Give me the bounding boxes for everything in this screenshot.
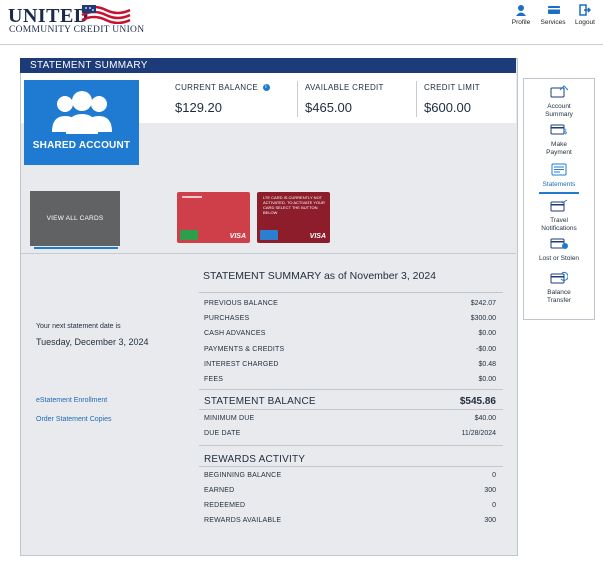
visa-logo: VISA	[229, 233, 246, 240]
credit-card-1[interactable]: VISA	[177, 192, 250, 243]
card-activation-notice: LTE CARD IS CURRENTLY NOT ACTIVATED. TO …	[263, 195, 325, 215]
summary-row-label: CASH ADVANCES	[204, 330, 266, 337]
rewards-row-label: REWARDS AVAILABLE	[204, 517, 282, 524]
rewards-row-value: 300	[484, 517, 496, 524]
services-label: Services	[540, 19, 566, 26]
logo-subtitle: COMMUNITY CREDIT UNION	[9, 25, 145, 35]
available-credit-value: $465.00	[305, 100, 352, 115]
card-icon	[547, 4, 560, 16]
side-navigation: Account Summary $ Make Payment Statement…	[523, 78, 595, 320]
summary-row-label: INTEREST CHARGED	[204, 361, 279, 368]
order-statement-copies-link[interactable]: Order Statement Copies	[36, 416, 111, 423]
rewards-row-label: EARNED	[204, 487, 235, 494]
due-row-label: DUE DATE	[204, 430, 241, 437]
logout-button[interactable]: Logout	[568, 4, 602, 26]
due-row-label: MINIMUM DUE	[204, 415, 255, 422]
summary-row-label: FEES	[204, 376, 224, 383]
credit-limit-value: $600.00	[424, 100, 471, 115]
current-balance-label-text: CURRENT BALANCE	[175, 83, 259, 92]
card-dollar-icon: $	[550, 124, 567, 136]
statement-icon	[551, 163, 567, 176]
nav-statements[interactable]: Statements	[524, 163, 594, 194]
current-balance-value: $129.20	[175, 100, 222, 115]
rewards-row-label: BEGINNING BALANCE	[204, 472, 282, 479]
statement-balance-value: $545.86	[459, 396, 496, 407]
user-icon	[515, 4, 527, 16]
shared-account-tile[interactable]: SHARED ACCOUNT	[24, 80, 139, 165]
card-logo-mark	[182, 196, 202, 198]
flag-logo-icon	[81, 5, 131, 24]
credit-limit-label: CREDIT LIMIT	[424, 83, 480, 92]
nav-label: Payment	[546, 149, 572, 156]
divider	[297, 81, 298, 117]
row-divider	[199, 466, 503, 467]
summary-row-label: PREVIOUS BALANCE	[204, 300, 278, 307]
activate-card-button[interactable]	[260, 230, 278, 240]
active-underline	[539, 192, 579, 194]
nav-travel-notifications[interactable]: Travel Notifications	[524, 199, 594, 233]
credit-card-2[interactable]: LTE CARD IS CURRENTLY NOT ACTIVATED. TO …	[257, 192, 330, 243]
nav-lost-or-stolen[interactable]: Lost or Stolen	[524, 237, 594, 263]
estatement-enrollment-link[interactable]: eStatement Enrollment	[36, 397, 107, 404]
summary-row-value: $0.00	[478, 330, 496, 337]
visa-logo: VISA	[309, 233, 326, 240]
profile-button[interactable]: Profile	[504, 4, 538, 26]
summary-row-value: -$0.00	[476, 346, 496, 353]
rewards-row-value: 0	[492, 472, 496, 479]
summary-row-value: $242.07	[470, 300, 496, 307]
summary-row-label: PURCHASES	[204, 315, 250, 322]
nav-label: Balance	[547, 289, 571, 296]
panel-title: STATEMENT SUMMARY	[20, 58, 516, 73]
profile-label: Profile	[511, 19, 531, 26]
nav-account-summary[interactable]: Account Summary	[524, 85, 594, 119]
summary-row-label: PAYMENTS & CREDITS	[204, 346, 285, 353]
nav-label: Make	[551, 141, 567, 148]
row-divider	[199, 445, 503, 446]
travel-card-icon	[550, 199, 568, 212]
selected-indicator	[34, 247, 118, 249]
nav-label: Notifications	[541, 225, 577, 232]
row-divider	[199, 409, 503, 410]
logout-icon	[579, 4, 592, 16]
summary-title: STATEMENT SUMMARY as of November 3, 2024	[203, 270, 437, 282]
section-divider	[21, 253, 516, 254]
rewards-row-value: 0	[492, 502, 496, 509]
logout-label: Logout	[575, 19, 595, 26]
nav-label: Travel	[550, 217, 568, 224]
row-divider	[199, 389, 503, 390]
rewards-row-label: REDEEMED	[204, 502, 246, 509]
next-statement-date: Tuesday, December 3, 2024	[36, 337, 149, 347]
card-transfer-icon	[550, 271, 569, 284]
due-row-value: $40.00	[474, 415, 496, 422]
summary-row-value: $0.00	[478, 376, 496, 383]
services-button[interactable]: Services	[536, 4, 570, 26]
statement-balance-label: STATEMENT BALANCE	[204, 396, 316, 407]
current-balance-label: CURRENT BALANCE i	[175, 83, 270, 92]
svg-text:$: $	[563, 128, 567, 136]
shared-account-label: SHARED ACCOUNT	[32, 140, 131, 151]
card-alert-icon	[550, 238, 568, 249]
card-lock-icon	[180, 230, 198, 240]
divider	[416, 81, 417, 117]
house-card-icon	[550, 85, 569, 98]
rewards-title: REWARDS ACTIVITY	[204, 454, 306, 465]
nav-label: Summary	[545, 111, 573, 118]
header-bar: UNITED COMMUNITY CREDIT UNION Profile Se…	[0, 0, 603, 45]
nav-label: Statements	[542, 181, 576, 188]
nav-label: Transfer	[547, 297, 571, 304]
row-divider	[199, 292, 503, 293]
summary-row-value: $300.00	[470, 315, 496, 322]
available-credit-label: AVAILABLE CREDIT	[305, 83, 384, 92]
nav-label: Account	[547, 103, 571, 110]
nav-make-payment[interactable]: $ Make Payment	[524, 123, 594, 157]
view-all-cards-button[interactable]: VIEW ALL CARDS	[30, 191, 120, 246]
nav-label: Lost or Stolen	[538, 255, 580, 262]
nav-balance-transfer[interactable]: Balance Transfer	[524, 271, 594, 305]
people-group-icon	[52, 91, 112, 134]
due-row-value: 11/28/2024	[461, 430, 496, 437]
summary-row-value: $0.48	[478, 361, 496, 368]
info-icon[interactable]: i	[262, 84, 270, 92]
rewards-row-value: 300	[484, 487, 496, 494]
next-statement-label: Your next statement date is	[36, 323, 121, 330]
